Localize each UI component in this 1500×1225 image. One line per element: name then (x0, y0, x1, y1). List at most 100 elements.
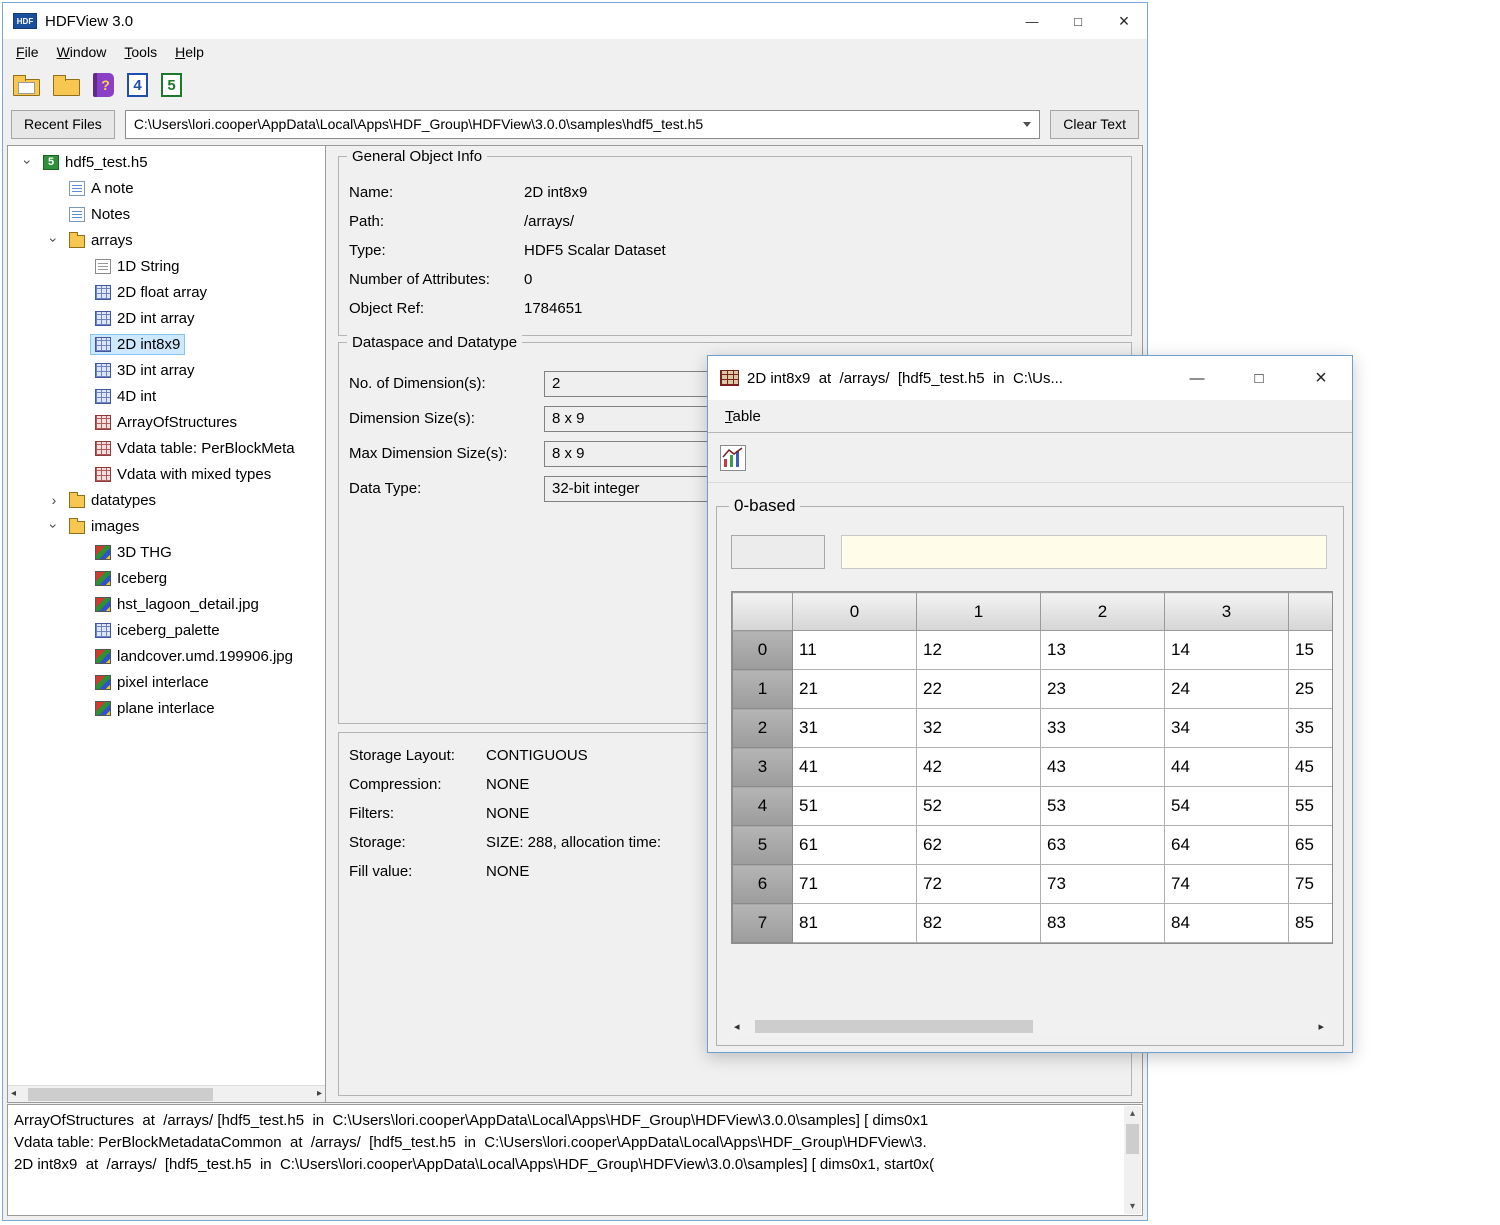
row-header[interactable]: 5 (733, 826, 793, 865)
tree-item-2d-int8x9[interactable]: 2D int8x9 (8, 331, 325, 357)
table-cell[interactable]: 61 (793, 826, 917, 865)
scrollbar-thumb[interactable] (1126, 1124, 1139, 1154)
table-cell[interactable]: 85 (1289, 904, 1334, 943)
menu-tools[interactable]: Tools (115, 44, 166, 60)
table-cell[interactable]: 22 (917, 670, 1041, 709)
tree-item-arrayofstructures[interactable]: ArrayOfStructures (8, 409, 325, 435)
chevron-expanded-icon[interactable]: › (20, 152, 36, 172)
main-titlebar[interactable]: HDF HDFView 3.0 — □ × (3, 3, 1147, 39)
table-cell[interactable]: 82 (917, 904, 1041, 943)
cell-value-field[interactable] (841, 535, 1327, 569)
chevron-expanded-icon[interactable]: › (46, 516, 62, 536)
column-header[interactable]: 4 (1289, 593, 1334, 631)
table-window-titlebar[interactable]: 2D int8x9 at /arrays/ [hdf5_test.h5 in C… (708, 356, 1352, 400)
open-file-icon[interactable] (13, 79, 40, 96)
table-cell[interactable]: 73 (1041, 865, 1165, 904)
row-header[interactable]: 2 (733, 709, 793, 748)
row-header[interactable]: 4 (733, 787, 793, 826)
table-cell[interactable]: 34 (1165, 709, 1289, 748)
scrollbar-thumb[interactable] (28, 1088, 213, 1101)
tree-item-pixel-interlace[interactable]: pixel interlace (8, 669, 325, 695)
menu-table[interactable]: Table (716, 408, 770, 425)
tree-item-plane-interlace[interactable]: plane interlace (8, 695, 325, 721)
table-cell[interactable]: 13 (1041, 631, 1165, 670)
table-cell[interactable]: 53 (1041, 787, 1165, 826)
chart-icon[interactable] (720, 445, 746, 471)
table-cell[interactable]: 33 (1041, 709, 1165, 748)
table-cell[interactable]: 14 (1165, 631, 1289, 670)
tree-item-1d-string[interactable]: 1D String (8, 253, 325, 279)
close-button[interactable]: × (1101, 3, 1147, 39)
table-cell[interactable]: 81 (793, 904, 917, 943)
table-cell[interactable]: 62 (917, 826, 1041, 865)
scroll-up-icon[interactable]: ▴ (1124, 1108, 1141, 1119)
table-cell[interactable]: 51 (793, 787, 917, 826)
column-header[interactable]: 2 (1041, 593, 1165, 631)
scroll-left-icon[interactable]: ◂ (11, 1088, 16, 1099)
table-cell[interactable]: 45 (1289, 748, 1334, 787)
hdf5-file-icon[interactable] (161, 73, 182, 97)
tree-item-landcover-umd-199906-jpg[interactable]: landcover.umd.199906.jpg (8, 643, 325, 669)
table-cell[interactable]: 75 (1289, 865, 1334, 904)
menu-window[interactable]: Window (48, 44, 116, 60)
tree-item-notes[interactable]: Notes (8, 201, 325, 227)
table-cell[interactable]: 55 (1289, 787, 1334, 826)
tree-item-2d-float-array[interactable]: 2D float array (8, 279, 325, 305)
tree-item-3d-thg[interactable]: 3D THG (8, 539, 325, 565)
tree-item-images[interactable]: ›images (8, 513, 325, 539)
table-cell[interactable]: 25 (1289, 670, 1334, 709)
row-header[interactable]: 6 (733, 865, 793, 904)
table-cell[interactable]: 24 (1165, 670, 1289, 709)
minimize-button[interactable]: — (1009, 3, 1055, 39)
table-cell[interactable]: 11 (793, 631, 917, 670)
menu-help[interactable]: Help (166, 44, 213, 60)
table-corner-cell[interactable] (733, 593, 793, 631)
tree-item-vdata-table-perblockmeta[interactable]: Vdata table: PerBlockMeta (8, 435, 325, 461)
column-header[interactable]: 1 (917, 593, 1041, 631)
table-cell[interactable]: 31 (793, 709, 917, 748)
cell-position-field[interactable] (731, 535, 825, 569)
table-cell[interactable]: 71 (793, 865, 917, 904)
tree-item-datatypes[interactable]: ›datatypes (8, 487, 325, 513)
row-header[interactable]: 1 (733, 670, 793, 709)
scroll-down-icon[interactable]: ▾ (1124, 1201, 1141, 1212)
tree-horizontal-scrollbar[interactable]: ◂ ▸ (8, 1085, 325, 1102)
clear-text-button[interactable]: Clear Text (1050, 110, 1139, 139)
row-header[interactable]: 7 (733, 904, 793, 943)
recent-files-button[interactable]: Recent Files (11, 110, 115, 139)
table-cell[interactable]: 41 (793, 748, 917, 787)
table-cell[interactable]: 52 (917, 787, 1041, 826)
tree-item-vdata-with-mixed-types[interactable]: Vdata with mixed types (8, 461, 325, 487)
chevron-collapsed-icon[interactable]: › (44, 492, 64, 508)
table-cell[interactable]: 54 (1165, 787, 1289, 826)
tree-item-a-note[interactable]: A note (8, 175, 325, 201)
table-cell[interactable]: 12 (917, 631, 1041, 670)
maximize-button[interactable]: □ (1228, 356, 1290, 400)
table-cell[interactable]: 64 (1165, 826, 1289, 865)
combo-dropdown-icon[interactable] (1023, 122, 1031, 127)
menu-file[interactable]: File (7, 44, 48, 60)
tree-item-arrays[interactable]: ›arrays (8, 227, 325, 253)
table-horizontal-scrollbar[interactable]: ◂ ▸ (731, 1018, 1327, 1035)
chevron-expanded-icon[interactable]: › (46, 230, 62, 250)
table-cell[interactable]: 21 (793, 670, 917, 709)
column-header[interactable]: 0 (793, 593, 917, 631)
tree-item-4d-int[interactable]: 4D int (8, 383, 325, 409)
tree-item-hst-lagoon-detail-jpg[interactable]: hst_lagoon_detail.jpg (8, 591, 325, 617)
table-cell[interactable]: 84 (1165, 904, 1289, 943)
table-cell[interactable]: 74 (1165, 865, 1289, 904)
table-cell[interactable]: 32 (917, 709, 1041, 748)
table-cell[interactable]: 63 (1041, 826, 1165, 865)
table-cell[interactable]: 23 (1041, 670, 1165, 709)
tree-item-3d-int-array[interactable]: 3D int array (8, 357, 325, 383)
close-button[interactable]: × (1290, 356, 1352, 400)
hdf4-file-icon[interactable] (127, 73, 148, 97)
tree-item-iceberg[interactable]: Iceberg (8, 565, 325, 591)
row-header[interactable]: 3 (733, 748, 793, 787)
tree-item-hdf5-test-h5[interactable]: ›hdf5_test.h5 (8, 149, 325, 175)
maximize-button[interactable]: □ (1055, 3, 1101, 39)
log-vertical-scrollbar[interactable]: ▴ ▾ (1124, 1106, 1141, 1214)
scroll-left-icon[interactable]: ◂ (734, 1020, 740, 1033)
minimize-button[interactable]: — (1166, 356, 1228, 400)
scrollbar-thumb[interactable] (755, 1020, 1033, 1033)
